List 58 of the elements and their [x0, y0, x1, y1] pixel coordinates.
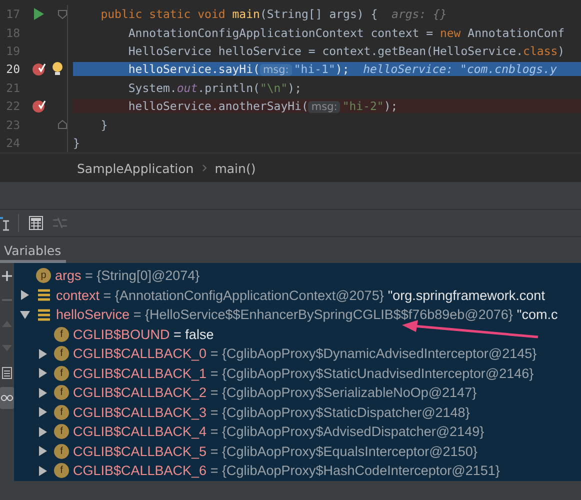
line-number: 19 [5, 44, 20, 58]
run-icon[interactable] [34, 8, 44, 20]
variable-entry[interactable]: CGLIB$CALLBACK_4 = {CglibAopProxy$AdvisedDispatcher@2149} [73, 424, 484, 440]
fold-icon[interactable] [58, 10, 67, 19]
variable-entry[interactable]: args = {String[0]@2074} [55, 268, 200, 284]
code-line: HelloService helloService = context.getBean(HelloService.class) [127, 44, 566, 58]
member-badge: f [54, 463, 69, 478]
collapsed-arrow-icon[interactable] [20, 290, 30, 300]
variable-entry[interactable]: CGLIB$CALLBACK_1 = {CglibAopProxy$StaticUnadvisedInterceptor@2146} [73, 366, 534, 381]
fold-icon[interactable] [58, 120, 67, 130]
variable-entry[interactable]: CGLIB$CALLBACK_2 = {CglibAopProxy$SerializableNoOp@2147} [73, 385, 477, 400]
plus-icon[interactable] [2, 271, 12, 281]
variable-entry[interactable]: CGLIB$CALLBACK_6 = {CglibAopProxy$HashCodeInterceptor@2151} [73, 463, 500, 478]
calculator-icon[interactable] [29, 216, 43, 230]
code-line: } [73, 136, 81, 150]
variable-entry[interactable]: helloService = {HelloService$$EnhancerBySpringCGLIB$$f76b89eb@2076} "com.c [56, 307, 558, 322]
line-number: 21 [5, 80, 20, 95]
collapsed-arrow-icon[interactable] [38, 348, 48, 359]
line-number: 24 [5, 136, 20, 150]
line-number: 22 [5, 99, 20, 114]
line-number: 17 [5, 7, 20, 22]
member-badge: f [54, 424, 69, 440]
variable-entry[interactable]: CGLIB$CALLBACK_0 = {CglibAopProxy$DynamicAdvisedInterceptor@2145} [73, 346, 537, 362]
line-number: 20 [5, 62, 20, 76]
cursor-icon[interactable] [0, 215, 10, 231]
collapsed-arrow-icon[interactable] [38, 446, 48, 456]
expanded-arrow-icon[interactable] [20, 310, 30, 320]
line-number: 18 [5, 26, 20, 40]
variable-entry[interactable]: context = {AnnotationConfigApplicationContext@2075} "org.springframework.cont [56, 288, 545, 303]
code-line: System.out.println("\n"); [127, 80, 303, 95]
collapsed-arrow-icon[interactable] [38, 426, 48, 437]
code-line: public static void main(String[] args) { args: {} [100, 7, 448, 22]
member-badge: f [54, 326, 69, 342]
collapsed-arrow-icon[interactable] [38, 407, 48, 418]
breakpoint-icon[interactable] [32, 99, 46, 114]
lightbulb-icon[interactable] [52, 62, 63, 76]
member-badge: f [54, 346, 69, 362]
breadcrumb-item[interactable]: main() [214, 160, 256, 176]
variable-entry[interactable]: CGLIB$CALLBACK_5 = {CglibAopProxy$EqualsInterceptor@2150} [73, 444, 478, 459]
code-line: } [100, 118, 109, 132]
glasses-icon [1, 394, 13, 402]
line-number: 23 [5, 118, 20, 132]
member-badge: p [36, 268, 51, 284]
variable-entry[interactable]: CGLIB$CALLBACK_3 = {CglibAopProxy$StaticDispatcher@2148} [73, 404, 470, 420]
code-line: AnnotationConfigApplicationContext context = new AnnotationConf [127, 26, 566, 40]
glasses-button[interactable] [0, 387, 14, 409]
member-badge: f [54, 404, 69, 420]
breakpoint-icon[interactable] [32, 62, 46, 76]
collapsed-arrow-icon[interactable] [38, 388, 48, 398]
chevron-icon [202, 164, 207, 172]
collapsed-arrow-icon[interactable] [38, 466, 48, 476]
breadcrumb-item[interactable]: SampleApplication [77, 160, 194, 176]
copy-icon[interactable] [2, 367, 12, 379]
variable-entry[interactable]: CGLIB$BOUND = false [73, 326, 214, 342]
collapsed-arrow-icon[interactable] [38, 368, 48, 378]
member-badge: f [54, 385, 69, 400]
member-badge: f [54, 366, 69, 381]
member-badge: f [54, 444, 69, 459]
